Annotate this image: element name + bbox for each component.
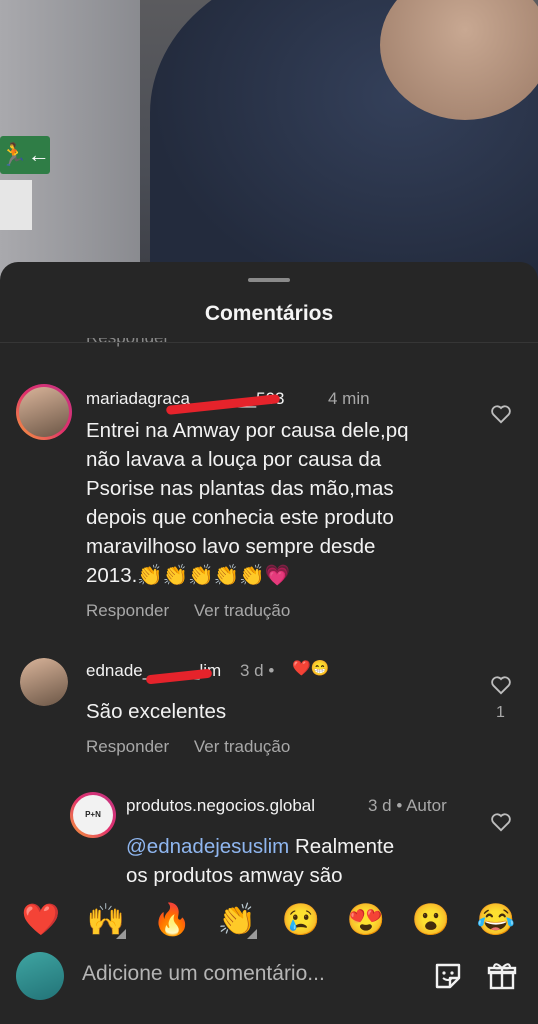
gift-icon[interactable] (486, 960, 518, 992)
sticker-icon[interactable] (432, 960, 464, 992)
comment-time: 4 min (328, 389, 370, 408)
avatar-logo: P+N GLOBAL (73, 795, 113, 835)
divider (0, 342, 538, 343)
avatar[interactable] (16, 384, 72, 440)
partial-reply-link: Responder (86, 328, 170, 347)
avatar[interactable] (20, 658, 68, 706)
comment-time: 3 d • Autor (368, 796, 447, 815)
comment-badges: ❤️😁 (292, 660, 330, 677)
heart-outline-icon[interactable] (490, 812, 512, 832)
avatar (16, 952, 64, 1000)
comment-input[interactable]: Adicione um comentário... (82, 962, 325, 986)
video-background: 🏃← (0, 0, 538, 290)
like-count: 1 (496, 704, 505, 721)
comment-text: Entrei na Amway por causa dele,pq não la… (86, 419, 409, 587)
comment-username[interactable]: produtos.negocios.global (126, 796, 315, 816)
translate-button[interactable]: Ver tradução (194, 737, 290, 756)
drag-handle[interactable] (248, 278, 290, 282)
comment-text: São excelentes (86, 700, 227, 723)
emoji-laughing[interactable]: 😂 (474, 898, 518, 942)
heart-outline-icon[interactable] (490, 404, 512, 424)
emoji-clap[interactable]: 👏 (215, 898, 259, 942)
emoji-heart-eyes[interactable]: 😍 (344, 898, 388, 942)
reply-button[interactable]: Responder (86, 601, 169, 620)
wall-notice (0, 180, 32, 230)
emoji-quick-bar: ❤️ 🙌 🔥 👏 😢 😍 😮 😂 (0, 898, 538, 942)
emoji-fire[interactable]: 🔥 (150, 898, 194, 942)
exit-sign: 🏃← (0, 136, 50, 174)
mention-link[interactable]: @ednadejesuslim (126, 835, 289, 858)
comments-sheet: Comentários Responder mariadagraca______… (0, 262, 538, 1024)
comment-input-row: Adicione um comentário... (0, 952, 538, 1012)
sheet-title: Comentários (204, 302, 334, 325)
emoji-heart[interactable]: ❤️ (19, 898, 63, 942)
emoji-surprised[interactable]: 😮 (409, 898, 453, 942)
comment-text: @ednadejesuslim Realmente os produtos am… (126, 835, 395, 887)
translate-button[interactable]: Ver tradução (194, 601, 290, 620)
comment-actions: Responder Ver tradução (86, 737, 310, 757)
emoji-raised-hands[interactable]: 🙌 (84, 898, 128, 942)
heart-outline-icon[interactable] (490, 675, 512, 695)
comment-actions: Responder Ver tradução (86, 601, 310, 621)
comment-time: 3 d • (240, 661, 275, 680)
reply-button[interactable]: Responder (86, 737, 169, 756)
avatar[interactable]: P+N GLOBAL (70, 792, 116, 838)
emoji-crying[interactable]: 😢 (279, 898, 323, 942)
